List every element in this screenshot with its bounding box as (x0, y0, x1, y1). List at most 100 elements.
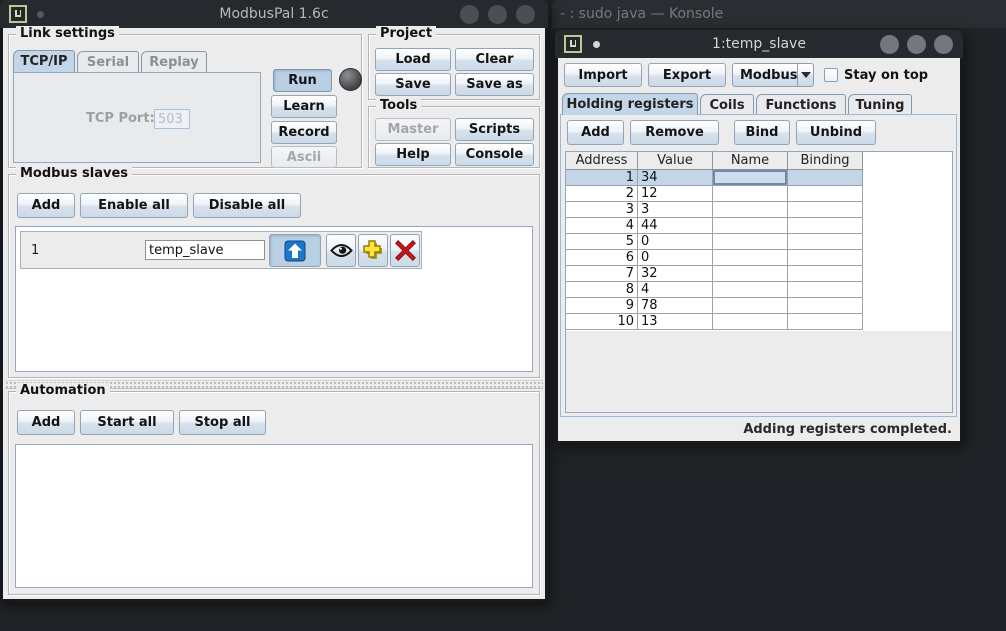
disable-all-button[interactable]: Disable all (193, 193, 301, 218)
bind-button[interactable]: Bind (734, 120, 790, 145)
tab-holding-registers[interactable]: Holding registers (562, 93, 698, 115)
stay-on-top-checkbox[interactable] (824, 68, 838, 82)
register-row[interactable]: 212 (566, 186, 863, 202)
slave-enabled-toggle[interactable] (269, 234, 321, 267)
register-row[interactable]: 732 (566, 266, 863, 282)
slave-row[interactable]: 1 (20, 231, 422, 269)
register-cell-val[interactable]: 34 (638, 170, 713, 185)
register-row[interactable]: 444 (566, 218, 863, 234)
register-cell-val[interactable]: 4 (638, 282, 713, 297)
close-button[interactable] (516, 5, 535, 24)
register-cell-bind[interactable] (788, 266, 863, 281)
column-header-value[interactable]: Value (638, 152, 713, 170)
register-cell-addr[interactable]: 9 (566, 298, 638, 313)
tab-serial[interactable]: Serial (77, 51, 139, 72)
register-cell-val[interactable]: 0 (638, 234, 713, 249)
register-row[interactable]: 134 (566, 170, 863, 186)
register-cell-addr[interactable]: 6 (566, 250, 638, 265)
add-automation-item-button[interactable]: Add (17, 410, 75, 435)
maximize-button[interactable] (907, 35, 926, 54)
register-cell-addr[interactable]: 4 (566, 218, 638, 233)
register-row[interactable]: 50 (566, 234, 863, 250)
column-header-address[interactable]: Address (566, 152, 638, 170)
register-cell-name[interactable] (713, 234, 788, 249)
register-cell-name[interactable] (713, 250, 788, 265)
mode-combobox[interactable]: Modbus (732, 63, 814, 87)
register-cell-val[interactable]: 13 (638, 314, 713, 329)
tab-coils[interactable]: Coils (700, 94, 754, 115)
learn-button[interactable]: Learn (271, 95, 337, 118)
help-button[interactable]: Help (375, 143, 451, 166)
add-slave-button[interactable]: Add (17, 193, 75, 218)
tcp-port-input[interactable] (154, 109, 190, 129)
console-button[interactable]: Console (455, 143, 534, 166)
delete-slave-button[interactable] (390, 234, 420, 267)
tab-tuning[interactable]: Tuning (848, 94, 912, 115)
register-row[interactable]: 84 (566, 282, 863, 298)
column-header-binding[interactable]: Binding (788, 152, 863, 170)
register-cell-name[interactable] (713, 202, 788, 217)
register-row[interactable]: 33 (566, 202, 863, 218)
register-cell-bind[interactable] (788, 282, 863, 297)
register-row[interactable]: 1013 (566, 314, 863, 330)
registers-scrollpane[interactable]: Address Value Name Binding 1342123344450… (565, 151, 953, 413)
register-cell-name[interactable] (713, 218, 788, 233)
minimize-button[interactable] (880, 35, 899, 54)
maximize-button[interactable] (488, 5, 507, 24)
register-cell-name[interactable] (713, 170, 788, 185)
register-cell-name[interactable] (713, 314, 788, 329)
register-cell-bind[interactable] (788, 250, 863, 265)
register-cell-bind[interactable] (788, 234, 863, 249)
register-cell-bind[interactable] (788, 170, 863, 185)
stop-all-button[interactable]: Stop all (179, 410, 266, 435)
register-cell-addr[interactable]: 5 (566, 234, 638, 249)
tab-replay[interactable]: Replay (141, 51, 207, 72)
register-cell-name[interactable] (713, 186, 788, 201)
register-cell-bind[interactable] (788, 186, 863, 201)
scripts-button[interactable]: Scripts (455, 118, 534, 141)
record-button[interactable]: Record (271, 121, 337, 144)
close-button[interactable] (934, 35, 953, 54)
temp-slave-titlebar[interactable]: 1:temp_slave (555, 30, 963, 58)
automation-list[interactable] (15, 444, 533, 588)
save-button[interactable]: Save (375, 73, 451, 96)
register-cell-addr[interactable]: 7 (566, 266, 638, 281)
register-cell-addr[interactable]: 3 (566, 202, 638, 217)
register-cell-val[interactable]: 3 (638, 202, 713, 217)
register-row[interactable]: 978 (566, 298, 863, 314)
register-cell-val[interactable]: 0 (638, 250, 713, 265)
register-cell-bind[interactable] (788, 218, 863, 233)
enable-all-button[interactable]: Enable all (80, 193, 188, 218)
register-cell-val[interactable]: 32 (638, 266, 713, 281)
export-button[interactable]: Export (648, 63, 726, 87)
register-cell-addr[interactable]: 10 (566, 314, 638, 329)
register-cell-addr[interactable]: 2 (566, 186, 638, 201)
show-slave-button[interactable] (326, 234, 356, 267)
minimize-button[interactable] (460, 5, 479, 24)
run-button[interactable]: Run (273, 69, 332, 92)
start-all-button[interactable]: Start all (80, 410, 174, 435)
register-cell-addr[interactable]: 8 (566, 282, 638, 297)
tab-tcpip[interactable]: TCP/IP (13, 50, 75, 72)
column-header-name[interactable]: Name (713, 152, 788, 170)
import-button[interactable]: Import (564, 63, 642, 87)
register-cell-name[interactable] (713, 266, 788, 281)
register-cell-name[interactable] (713, 298, 788, 313)
register-cell-val[interactable]: 78 (638, 298, 713, 313)
remove-register-button[interactable]: Remove (630, 120, 719, 145)
load-button[interactable]: Load (375, 48, 451, 71)
save-as-button[interactable]: Save as (455, 73, 534, 96)
register-cell-bind[interactable] (788, 314, 863, 329)
slaves-list[interactable]: 1 (15, 226, 533, 372)
add-automation-button[interactable] (358, 234, 388, 267)
clear-button[interactable]: Clear (455, 48, 534, 71)
unbind-button[interactable]: Unbind (796, 120, 876, 145)
register-cell-addr[interactable]: 1 (566, 170, 638, 185)
register-row[interactable]: 60 (566, 250, 863, 266)
slave-name-input[interactable] (145, 240, 265, 260)
konsole-titlebar[interactable]: - : sudo java — Konsole (552, 0, 1006, 28)
register-cell-val[interactable]: 12 (638, 186, 713, 201)
register-cell-name[interactable] (713, 282, 788, 297)
register-cell-val[interactable]: 44 (638, 218, 713, 233)
add-register-button[interactable]: Add (567, 120, 624, 145)
